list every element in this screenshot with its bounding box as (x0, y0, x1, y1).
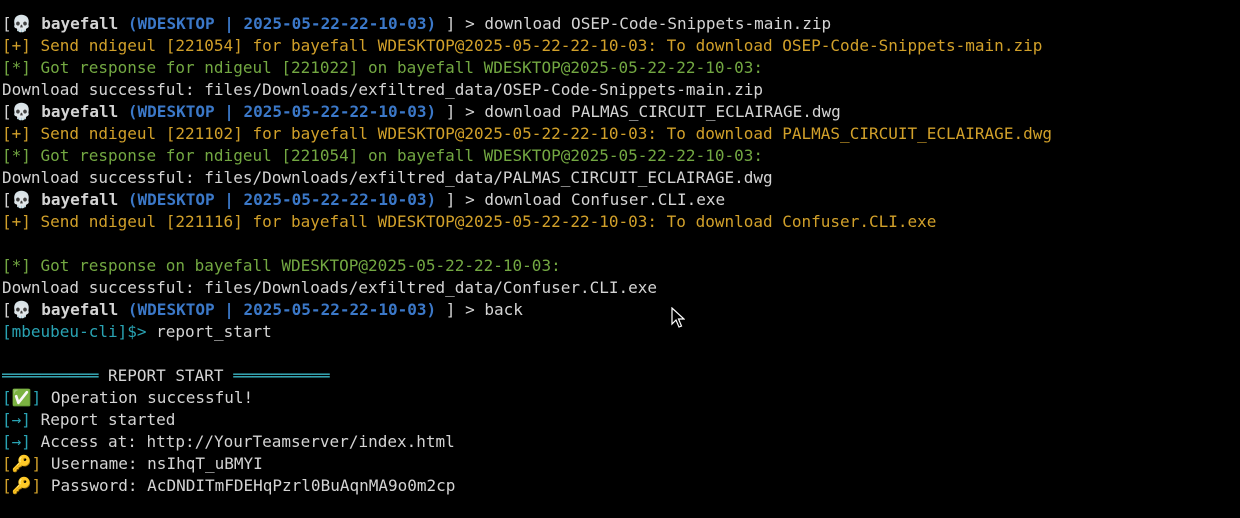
command-text: download PALMAS_CIRCUIT_ECLAIRAGE.dwg (484, 102, 841, 121)
response-line: [*] Got response on bayefall WDESKTOP@20… (2, 256, 561, 275)
send-line: [+] Send ndigeul [221054] for bayefall W… (2, 36, 1043, 55)
cli-prompt: [mbeubeu-cli]$> (2, 322, 147, 341)
response-line: [*] Got response for ndigeul [221054] on… (2, 146, 763, 165)
key-icon: 🔑 (11, 454, 32, 473)
command-text: report_start (156, 322, 272, 341)
skull-icon: 💀 (11, 300, 32, 319)
bracket: [ (2, 190, 12, 209)
download-result-line: Download successful: files/Downloads/exf… (2, 168, 773, 187)
send-line: [+] Send ndigeul [221102] for bayefall W… (2, 124, 1052, 143)
prompt-arrow: > (465, 300, 475, 319)
prompt-line: [💀 bayefall (WDESKTOP | 2025-05-22-22-10… (2, 13, 1240, 35)
session-user: bayefall (41, 190, 119, 209)
report-text: Operation successful! (50, 388, 254, 407)
response-line: [*] Got response for ndigeul [221022] on… (2, 58, 763, 77)
report-header: ══════════ REPORT START ══════════ (2, 365, 1240, 387)
mouse-cursor-icon (671, 307, 685, 328)
bracket: ] (445, 300, 456, 319)
bracket: [ (2, 300, 12, 319)
report-text: Password: AcDNDITmFDEHqPzrl0BuAqnMA9o0m2… (50, 476, 456, 495)
arrow-right-icon: → (11, 432, 22, 451)
prompt-line: [💀 bayefall (WDESKTOP | 2025-05-22-22-10… (2, 299, 1240, 321)
prompt-arrow: > (465, 190, 475, 209)
session-user: bayefall (41, 14, 119, 33)
session-user: bayefall (41, 300, 119, 319)
report-bar-left: ══════════ (2, 366, 99, 385)
bracket: ] (445, 190, 456, 209)
report-title: REPORT START (98, 366, 234, 385)
report-text: Report started (40, 410, 176, 429)
send-line: [+] Send ndigeul [221116] for bayefall W… (2, 212, 937, 231)
key-icon: 🔑 (11, 476, 32, 495)
session-host: (WDESKTOP | 2025-05-22-22-10-03) (127, 190, 437, 209)
terminal-window[interactable]: [💀 bayefall (WDESKTOP | 2025-05-22-22-10… (0, 0, 1240, 518)
prompt-arrow: > (465, 102, 475, 121)
report-line: [🔑] Password: AcDNDITmFDEHqPzrl0BuAqnMA9… (2, 476, 456, 495)
command-text: download OSEP-Code-Snippets-main.zip (484, 14, 832, 33)
skull-icon: 💀 (11, 190, 32, 209)
session-user: bayefall (41, 102, 119, 121)
report-text: Access at: http://YourTeamserver/index.h… (40, 432, 455, 451)
bracket: ] (445, 102, 456, 121)
command-text: back (484, 300, 523, 319)
report-bar-right: ══════════ (233, 366, 330, 385)
bracket: ] (445, 14, 456, 33)
report-line: [🔑] Username: nsIhqT_uBMYI (2, 454, 263, 473)
prompt-line: [💀 bayefall (WDESKTOP | 2025-05-22-22-10… (2, 189, 1240, 211)
command-text: download Confuser.CLI.exe (484, 190, 726, 209)
skull-icon: 💀 (11, 102, 32, 121)
arrow-right-icon: → (11, 410, 22, 429)
bracket: [ (2, 102, 12, 121)
bracket: [ (2, 14, 12, 33)
report-line: [→] Access at: http://YourTeamserver/ind… (2, 432, 455, 451)
session-host: (WDESKTOP | 2025-05-22-22-10-03) (127, 300, 437, 319)
session-host: (WDESKTOP | 2025-05-22-22-10-03) (127, 14, 437, 33)
report-line: [→] Report started (2, 410, 176, 429)
report-line: [✅] Operation successful! (2, 388, 254, 407)
prompt-arrow: > (465, 14, 475, 33)
download-result-line: Download successful: files/Downloads/exf… (2, 278, 658, 297)
cli-prompt-line: [mbeubeu-cli]$> report_start (2, 321, 1240, 343)
skull-icon: 💀 (11, 14, 32, 33)
check-mark-icon: ✅ (11, 388, 32, 407)
download-result-line: Download successful: files/Downloads/exf… (2, 80, 763, 99)
prompt-line: [💀 bayefall (WDESKTOP | 2025-05-22-22-10… (2, 101, 1240, 123)
session-host: (WDESKTOP | 2025-05-22-22-10-03) (127, 102, 437, 121)
report-text: Username: nsIhqT_uBMYI (50, 454, 263, 473)
